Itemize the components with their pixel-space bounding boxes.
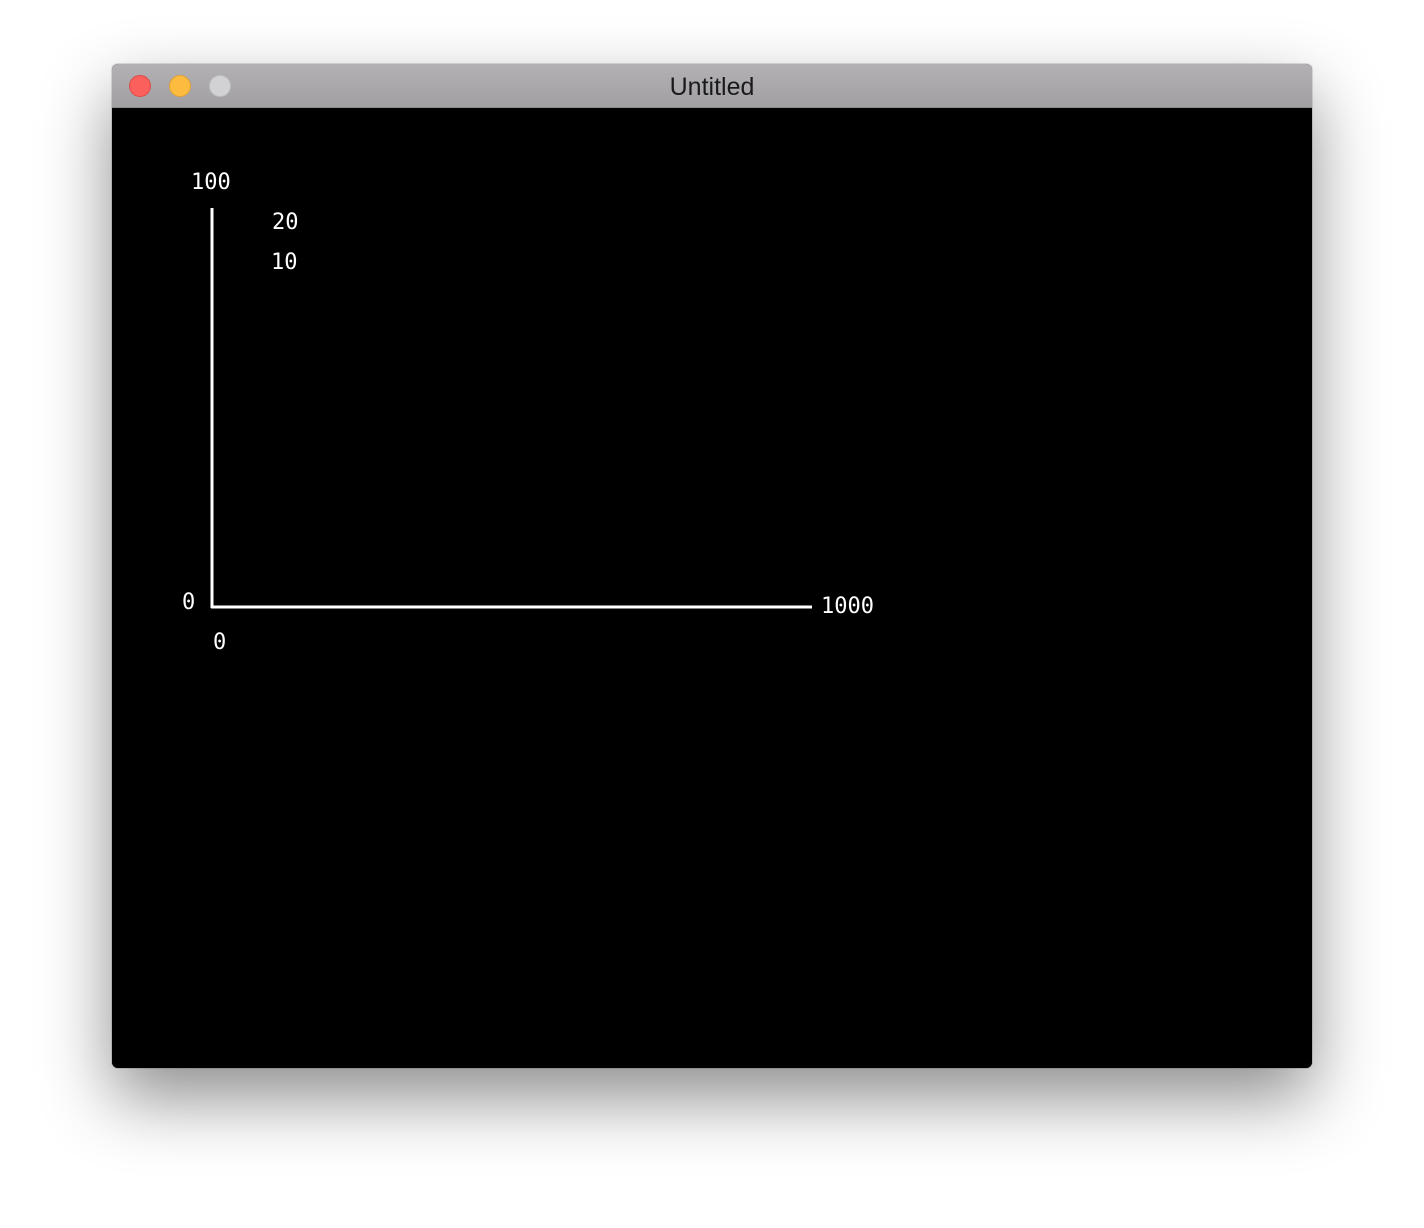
- plot-canvas: 100 0 0 1000 20 10: [112, 108, 1312, 1068]
- x-axis-min-label: 0: [213, 630, 226, 655]
- y-axis-min-label: 0: [182, 590, 195, 615]
- app-window: Untitled 100 0 0 1000 20 10: [112, 64, 1312, 1068]
- title-bar[interactable]: Untitled: [112, 64, 1312, 108]
- plot-svg: 100 0 0 1000 20 10: [182, 170, 874, 655]
- window-title: Untitled: [669, 73, 755, 101]
- annotation-label: 20: [272, 210, 299, 235]
- x-axis-max-label: 1000: [821, 594, 874, 619]
- y-axis-max-label: 100: [191, 170, 231, 195]
- annotation-label: 10: [271, 250, 298, 275]
